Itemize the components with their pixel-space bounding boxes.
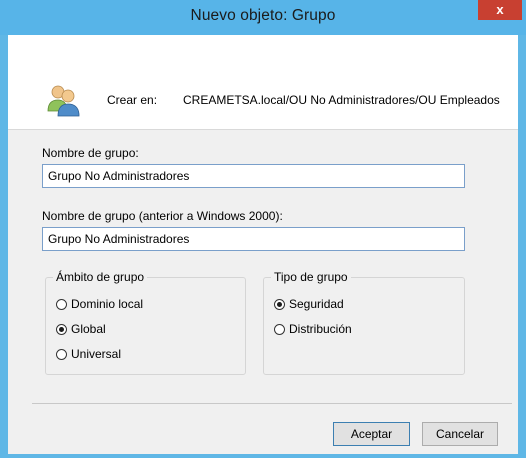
pre2000-name-label: Nombre de grupo (anterior a Windows 2000… [42, 209, 283, 223]
radio-global[interactable]: Global [56, 322, 106, 336]
radio-domain-local-label: Dominio local [71, 297, 144, 311]
radio-universal-label: Universal [71, 347, 122, 361]
radio-circle [56, 298, 67, 310]
radio-circle [56, 348, 67, 360]
footer-divider [32, 403, 512, 404]
radio-universal[interactable]: Universal [56, 347, 121, 361]
create-in-path: CREAMETSA.local/OU No Administradores/OU… [183, 93, 500, 107]
radio-circle-selected [274, 298, 285, 310]
group-type-title: Tipo de grupo [271, 270, 351, 284]
title-bar[interactable]: Nuevo objeto: Grupo x [0, 0, 526, 35]
radio-security-label: Seguridad [289, 297, 344, 311]
header-panel: Crear en: CREAMETSA.local/OU No Administ… [8, 35, 518, 130]
group-name-label: Nombre de grupo: [42, 146, 139, 160]
group-users-icon [47, 85, 80, 117]
radio-security[interactable]: Seguridad [274, 297, 344, 311]
pre2000-name-input[interactable]: Grupo No Administradores [42, 227, 465, 251]
group-scope-title: Ámbito de grupo [53, 270, 148, 284]
cancel-button[interactable]: Cancelar [422, 422, 498, 446]
dialog-window: Nuevo objeto: Grupo x Crear en: CREAMETS… [0, 0, 526, 458]
close-button[interactable]: x [478, 0, 522, 20]
group-name-input[interactable]: Grupo No Administradores [42, 164, 465, 188]
group-type-box: Tipo de grupo Seguridad Distribución [263, 270, 465, 375]
radio-domain-local[interactable]: Dominio local [56, 297, 143, 311]
radio-distribution-label: Distribución [289, 322, 352, 336]
radio-global-label: Global [71, 322, 106, 336]
window-title: Nuevo objeto: Grupo [190, 7, 336, 24]
group-scope-box: Ámbito de grupo Dominio local Global Uni… [45, 270, 246, 375]
create-in-label: Crear en: [107, 93, 158, 107]
radio-circle [274, 323, 285, 335]
radio-distribution[interactable]: Distribución [274, 322, 352, 336]
ok-button[interactable]: Aceptar [333, 422, 410, 446]
radio-circle-selected [56, 323, 67, 335]
dialog-body: Crear en: CREAMETSA.local/OU No Administ… [8, 35, 518, 454]
